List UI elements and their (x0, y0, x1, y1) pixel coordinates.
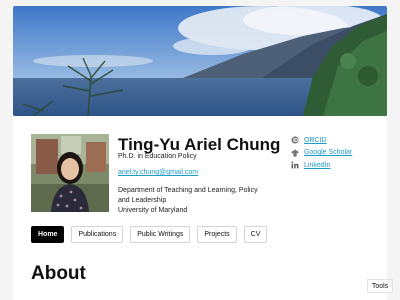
link-label: Google Scholar (304, 149, 353, 157)
about-heading: About (31, 263, 86, 284)
email-link[interactable]: ariel.ty.chung@gmail.com (118, 169, 198, 176)
profile-name: Ting-Yu Ariel Chung (118, 135, 281, 154)
orcid-icon (291, 136, 299, 144)
nav-projects[interactable]: Projects (197, 226, 237, 243)
profile-card: Ting-Yu Ariel Chung Ph.D. in Education P… (13, 116, 387, 300)
university-text: University of Maryland (118, 207, 188, 214)
main-nav: Home Publications Public Writings Projec… (31, 226, 268, 243)
link-google-scholar[interactable]: Google Scholar (291, 147, 352, 160)
google-scholar-icon (291, 149, 299, 157)
department-text: Department of Teaching and Learning, Pol… (118, 187, 258, 204)
link-label: LinkedIn (304, 161, 331, 169)
nav-home[interactable]: Home (31, 226, 65, 243)
nav-public-writings[interactable]: Public Writings (130, 226, 191, 243)
profile-photo (31, 134, 109, 212)
linkedin-icon (291, 161, 299, 169)
affiliation: Department of Teaching and Learning, Pol… (118, 186, 268, 216)
link-label: ORCID (304, 136, 327, 144)
link-orcid[interactable]: ORCID (291, 134, 352, 147)
nav-publications[interactable]: Publications (71, 226, 124, 243)
tools-button[interactable]: Tools (367, 279, 393, 293)
link-linkedin[interactable]: LinkedIn (291, 159, 352, 172)
nav-cv[interactable]: CV (243, 226, 268, 243)
header-banner-image (13, 6, 387, 116)
profile-subtitle: Ph.D. in Education Policy (118, 153, 197, 160)
external-links: ORCID Google Scholar LinkedIn (291, 134, 352, 172)
